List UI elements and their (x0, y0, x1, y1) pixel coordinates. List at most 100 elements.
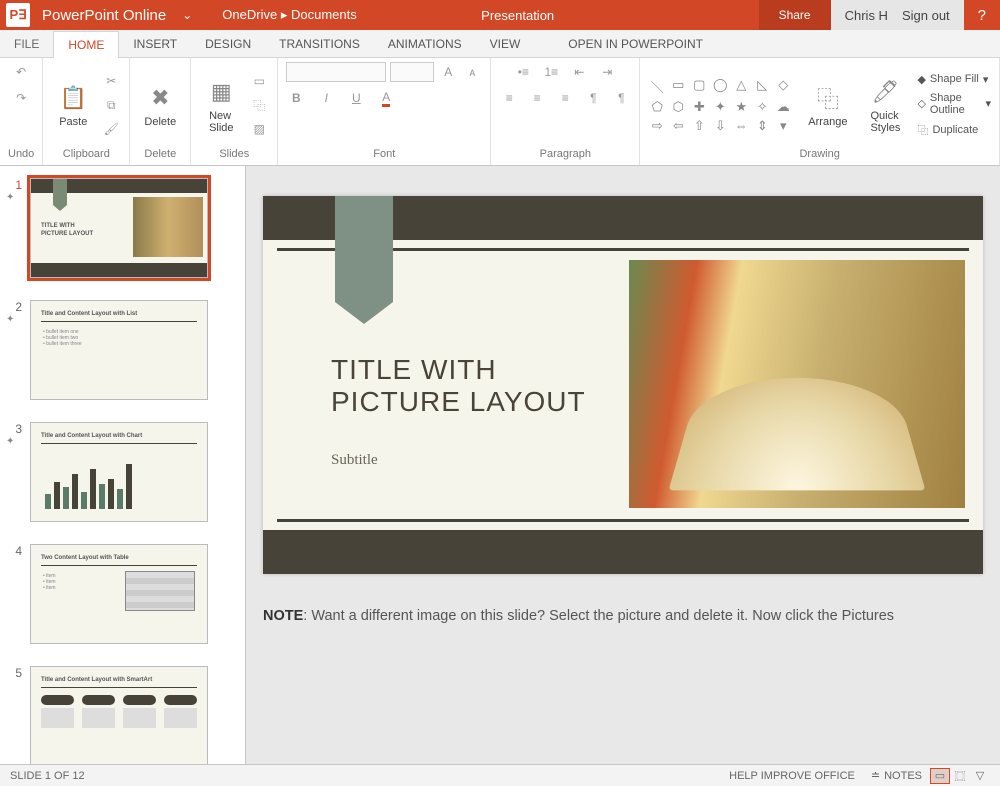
tab-transitions[interactable]: TRANSITIONS (265, 31, 374, 57)
thumb-number: 1 (6, 178, 22, 192)
shape-star-icon[interactable]: ✦ (711, 99, 729, 115)
notes-toggle[interactable]: ≐NOTES (863, 769, 930, 782)
shape-line-icon[interactable]: ＼ (648, 77, 666, 96)
thumbnail-3[interactable]: Title and Content Layout with Chart (30, 422, 208, 522)
shape-oval-icon[interactable]: ◯ (711, 77, 729, 96)
shape-arrow-d-icon[interactable]: ⇩ (711, 118, 729, 134)
font-name-dropdown[interactable] (286, 62, 386, 82)
app-switcher-chevron[interactable]: ⌄ (172, 8, 202, 22)
shape-arrow-lr-icon[interactable]: ⇔ (732, 118, 750, 134)
slide-title[interactable]: TITLE WITH PICTURE LAYOUT (331, 354, 586, 418)
normal-view-icon[interactable]: ▭ (930, 768, 950, 784)
tab-design[interactable]: DESIGN (191, 31, 265, 57)
delete-button[interactable]: ✖ Delete (138, 78, 182, 132)
shape-arrow-r-icon[interactable]: ⇨ (648, 118, 666, 134)
thumbnail-5[interactable]: Title and Content Layout with SmartArt (30, 666, 208, 764)
duplicate-slide-icon[interactable]: ⿻ (249, 95, 269, 115)
shape-star5-icon[interactable]: ★ (732, 99, 750, 115)
shape-fill-button[interactable]: ◆Shape Fill▾ (917, 73, 988, 86)
shape-callout-icon[interactable]: ✧ (753, 99, 771, 115)
shape-rtri-icon[interactable]: ◺ (753, 77, 771, 96)
thumbnail-4[interactable]: Two Content Layout with Table • item• it… (30, 544, 208, 644)
shape-rect-icon[interactable]: ▭ (669, 77, 687, 96)
format-painter-icon[interactable]: 🖌 (101, 119, 121, 139)
shape-cloud-icon[interactable]: ☁ (774, 99, 792, 115)
copy-icon[interactable]: ⧉ (101, 95, 121, 115)
reading-view-icon[interactable]: ⿴ (950, 768, 970, 784)
italic-icon[interactable]: I (316, 88, 336, 108)
align-right-icon[interactable]: ≡ (555, 88, 575, 108)
numbering-icon[interactable]: 1≡ (541, 62, 561, 82)
thumb-row-4[interactable]: 4 Two Content Layout with Table • item• … (6, 544, 239, 644)
ribbon-label-clipboard: Clipboard (63, 148, 110, 163)
quick-styles-button[interactable]: 🖊 Quick Styles (863, 72, 907, 138)
new-slide-button[interactable]: ▦ New Slide (199, 72, 243, 138)
hide-slide-icon[interactable]: ▨ (249, 119, 269, 139)
slide-stripe (277, 519, 969, 522)
tab-insert[interactable]: INSERT (119, 31, 191, 57)
grow-font-icon[interactable]: A (438, 62, 458, 82)
increase-indent-icon[interactable]: ⇥ (597, 62, 617, 82)
shapes-more-icon[interactable]: ▾ (774, 118, 792, 134)
thumbnail-panel[interactable]: 1✦ TITLE WITH PICTURE LAYOUT 2✦ Title an… (0, 166, 246, 764)
shape-tri-icon[interactable]: △ (732, 77, 750, 96)
slide-subtitle[interactable]: Subtitle (331, 452, 378, 469)
text-direction-icon[interactable]: ¶ (583, 88, 603, 108)
breadcrumb-sep: ▸ (281, 7, 291, 22)
bullets-icon[interactable]: •≡ (513, 62, 533, 82)
notes-pane[interactable]: NOTE: Want a different image on this sli… (263, 608, 983, 624)
redo-icon[interactable]: ↷ (11, 88, 31, 108)
tab-file[interactable]: FILE (0, 31, 53, 57)
bold-icon[interactable]: B (286, 88, 306, 108)
signout-link[interactable]: Sign out (902, 8, 950, 23)
slide-picture-placeholder[interactable] (629, 260, 965, 508)
align-left-icon[interactable]: ≡ (499, 88, 519, 108)
underline-icon[interactable]: U (346, 88, 366, 108)
cut-icon[interactable]: ✂ (101, 71, 121, 91)
thumb-number: 3 (6, 422, 22, 436)
thumb-row-2[interactable]: 2✦ Title and Content Layout with List • … (6, 300, 239, 400)
shape-rrect-icon[interactable]: ▢ (690, 77, 708, 96)
slide-canvas[interactable]: TITLE WITH PICTURE LAYOUT Subtitle (263, 196, 983, 574)
breadcrumb-folder[interactable]: Documents (291, 7, 357, 22)
shrink-font-icon[interactable]: ᴀ (462, 62, 482, 82)
slide-editor[interactable]: TITLE WITH PICTURE LAYOUT Subtitle NOTE:… (246, 166, 1000, 764)
shape-diamond-icon[interactable]: ◇ (774, 77, 792, 96)
shape-arrow-l-icon[interactable]: ⇦ (669, 118, 687, 134)
decrease-indent-icon[interactable]: ⇤ (569, 62, 589, 82)
shape-arrow-u-icon[interactable]: ⇧ (690, 118, 708, 134)
font-color-icon[interactable]: A (376, 88, 396, 108)
slideshow-view-icon[interactable]: ▽ (970, 768, 990, 784)
shape-pent-icon[interactable]: ⬠ (648, 99, 666, 115)
arrange-button[interactable]: ⿻ Arrange (802, 78, 853, 132)
shapes-gallery[interactable]: ＼▭▢◯△◺◇ ⬠⬡✚✦★✧☁ ⇨⇦⇧⇩⇔⇕▾ (648, 77, 792, 134)
font-size-dropdown[interactable] (390, 62, 434, 82)
thumb-row-1[interactable]: 1✦ TITLE WITH PICTURE LAYOUT (6, 178, 239, 278)
paste-button[interactable]: 📋 Paste (51, 78, 95, 132)
shape-hex-icon[interactable]: ⬡ (669, 99, 687, 115)
tab-home[interactable]: HOME (53, 31, 119, 58)
thumbnail-1[interactable]: TITLE WITH PICTURE LAYOUT (30, 178, 208, 278)
align-center-icon[interactable]: ≡ (527, 88, 547, 108)
help-button[interactable]: ? (964, 7, 1000, 24)
user-name[interactable]: Chris H (845, 8, 888, 23)
duplicate-button[interactable]: ⿻Duplicate (917, 122, 978, 138)
undo-icon[interactable]: ↶ (11, 62, 31, 82)
tab-animations[interactable]: ANIMATIONS (374, 31, 476, 57)
document-title[interactable]: Presentation (357, 8, 759, 23)
shape-fill-icon: ◆ (917, 73, 925, 86)
breadcrumb-root[interactable]: OneDrive (222, 7, 277, 22)
rtl-icon[interactable]: ¶ (611, 88, 631, 108)
thumb-row-5[interactable]: 5 Title and Content Layout with SmartArt (6, 666, 239, 764)
tab-open-in-powerpoint[interactable]: OPEN IN POWERPOINT (554, 31, 717, 57)
tab-view[interactable]: VIEW (476, 31, 535, 57)
help-improve-link[interactable]: HELP IMPROVE OFFICE (721, 770, 863, 782)
shape-plus-icon[interactable]: ✚ (690, 99, 708, 115)
thumb-number: 5 (6, 666, 22, 680)
shape-outline-button[interactable]: ◇Shape Outline▾ (917, 92, 991, 116)
thumbnail-2[interactable]: Title and Content Layout with List • bul… (30, 300, 208, 400)
shape-arrow-ud-icon[interactable]: ⇕ (753, 118, 771, 134)
share-button[interactable]: Share (759, 0, 831, 30)
layout-icon[interactable]: ▭ (249, 71, 269, 91)
thumb-row-3[interactable]: 3✦ Title and Content Layout with Chart (6, 422, 239, 522)
